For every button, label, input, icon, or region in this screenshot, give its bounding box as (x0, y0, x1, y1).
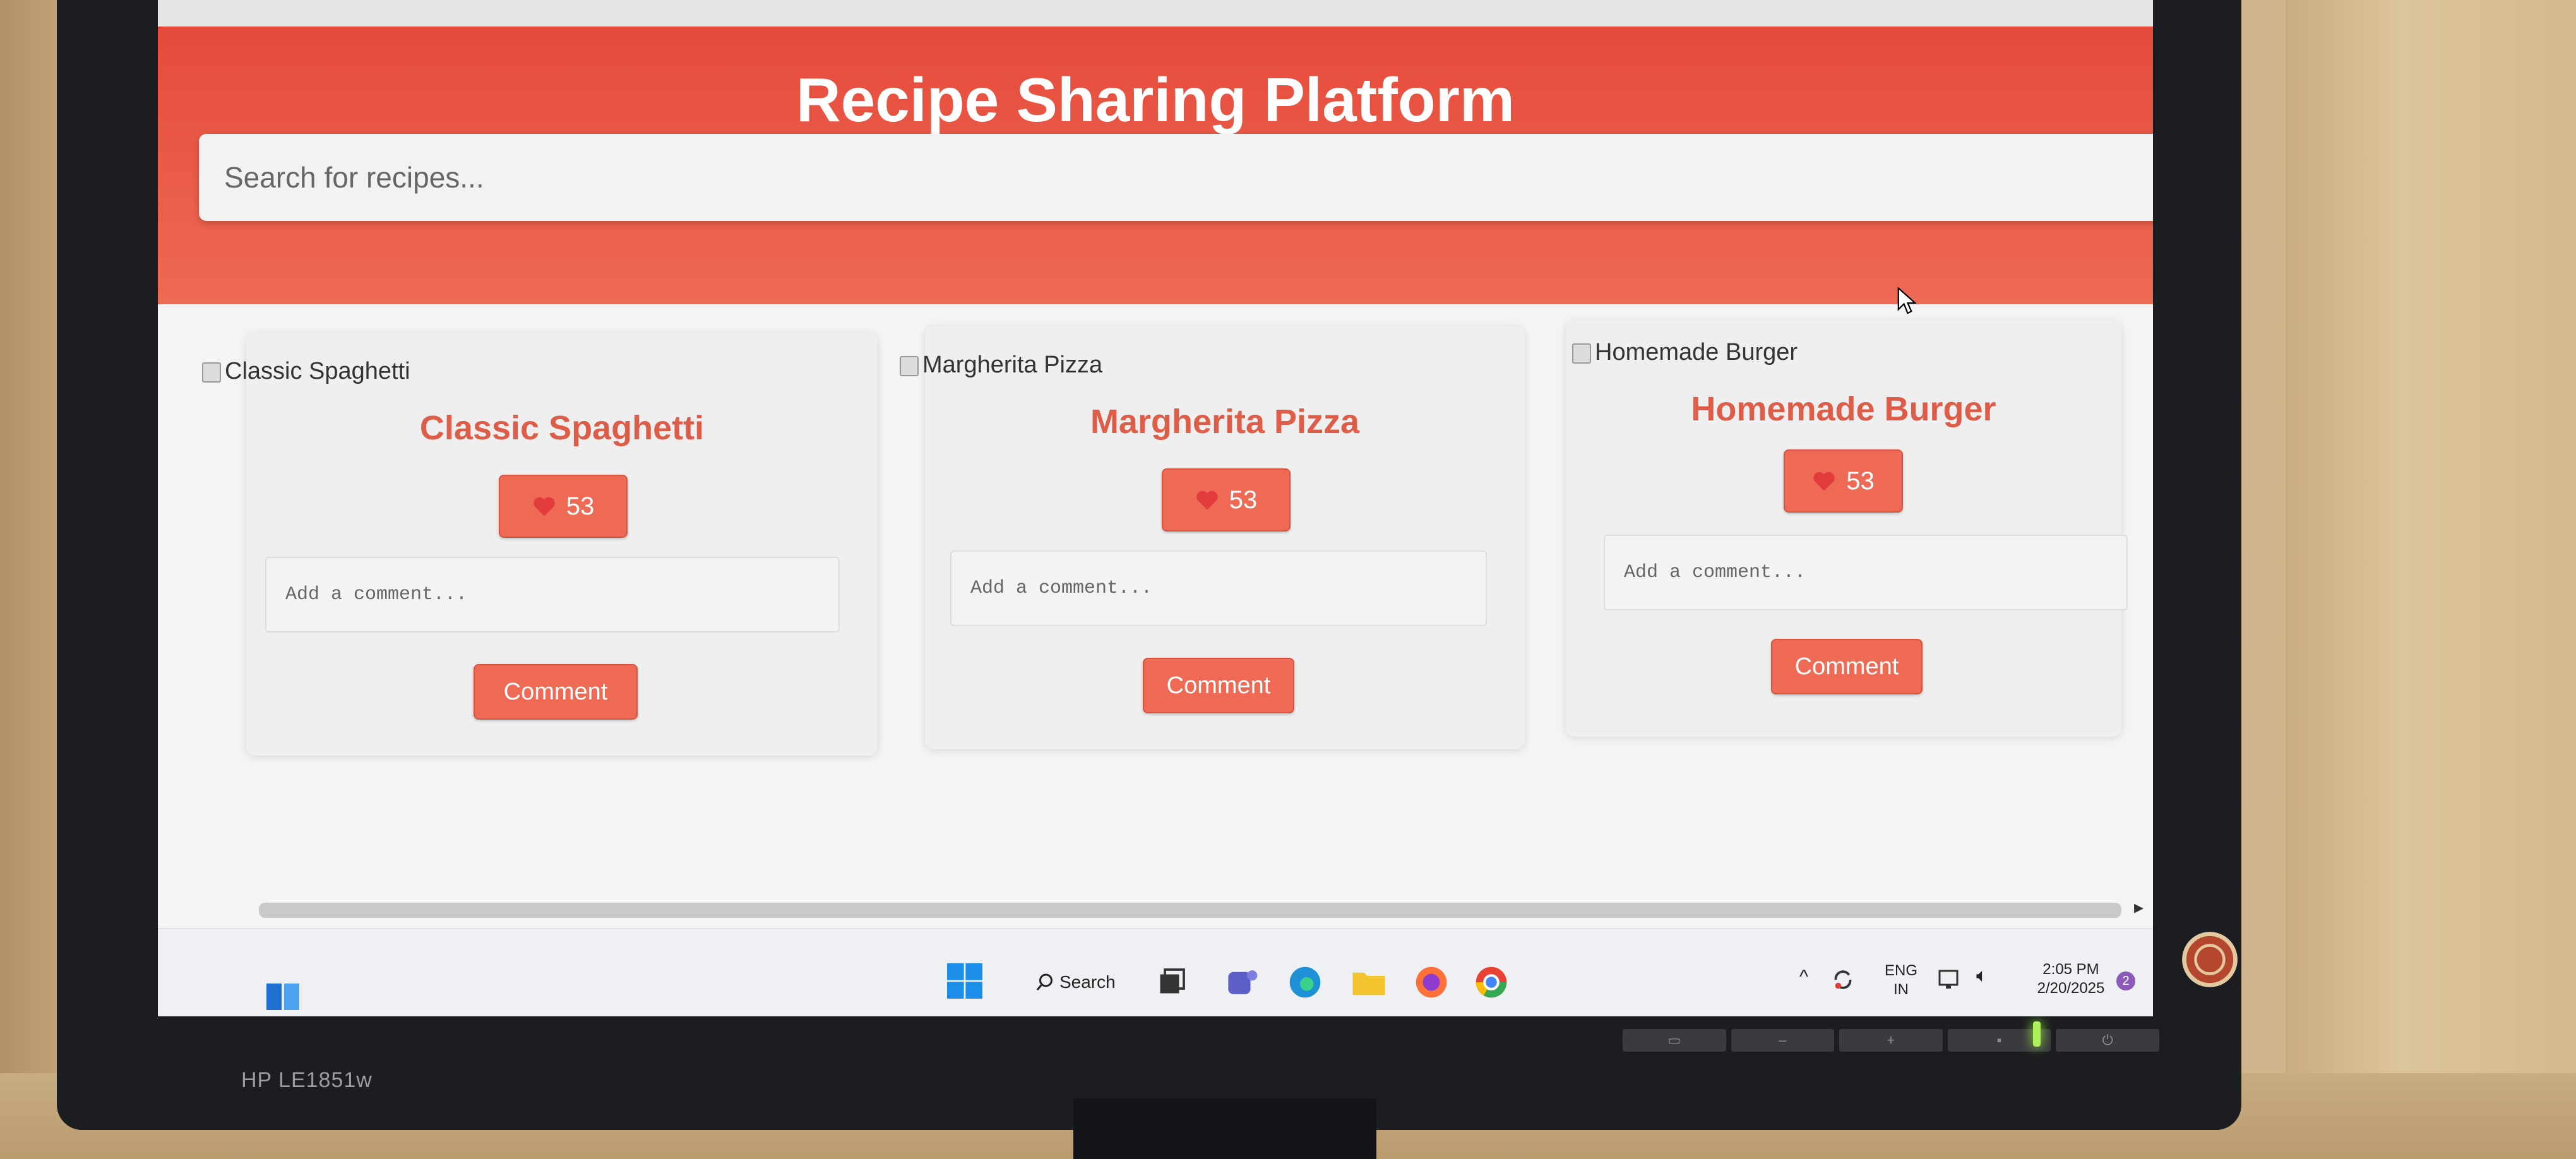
teams-icon[interactable] (1225, 965, 1259, 999)
recipe-image-alt: Margherita Pizza (922, 352, 1103, 378)
screen: Recipe Sharing Platform Classic Spaghett… (158, 0, 2153, 1016)
broken-image-icon (900, 355, 919, 376)
recipe-image-broken: Classic Spaghetti (202, 358, 410, 385)
edge-browser-icon[interactable] (1288, 965, 1322, 999)
page-title: Recipe Sharing Platform (796, 65, 1515, 134)
network-icon[interactable] (1938, 970, 1964, 991)
clock[interactable]: 2:05 PM 2/20/2025 (2024, 960, 2118, 998)
heart-icon (1813, 472, 1835, 491)
language-region: IN (1893, 981, 1909, 998)
comment-input[interactable] (1604, 535, 2128, 610)
task-view-icon[interactable] (1155, 966, 1187, 998)
heart-icon (1196, 490, 1218, 510)
recipe-image-broken: Margherita Pizza (900, 352, 1102, 379)
monitor-buttons: ▭ – + ▪ ⏻ (1623, 1029, 2159, 1052)
file-explorer-icon[interactable] (1351, 966, 1386, 998)
windows-start-icon[interactable] (947, 963, 982, 999)
monitor-plus-button[interactable]: + (1839, 1029, 1943, 1052)
recipe-card: Margherita Pizza Margherita Pizza 53 Com… (900, 326, 1525, 749)
search-icon (1036, 973, 1052, 990)
taskbar: Search ^ ENG IN 🔈︎ 2:05 PM 2/20/2025 2 (158, 928, 2153, 1016)
recipe-image-alt: Classic Spaghetti (225, 358, 410, 384)
browser-toolbar (158, 0, 2153, 27)
comment-button[interactable]: Comment (1771, 639, 1923, 694)
power-led (2033, 1021, 2041, 1047)
like-count: 53 (1229, 485, 1258, 514)
recipe-cards: Classic Spaghetti Classic Spaghetti 53 C… (158, 304, 2153, 936)
like-button[interactable]: 53 (1162, 468, 1291, 532)
widgets-icon[interactable] (265, 982, 301, 1011)
recipe-title: Margherita Pizza (1090, 403, 1360, 441)
monitor-brand: HP LE1851w (241, 1068, 373, 1092)
notification-badge[interactable]: 2 (2116, 972, 2135, 990)
recipe-title: Classic Spaghetti (419, 409, 705, 447)
tray-chevron-up-icon[interactable]: ^ (1799, 966, 1808, 988)
taskbar-search[interactable]: Search (1035, 966, 1116, 998)
clock-time: 2:05 PM (2042, 961, 2099, 978)
volume-muted-icon[interactable]: 🔈︎ (1976, 965, 1988, 987)
recipe-image-broken: Homemade Burger (1572, 339, 1798, 366)
broken-image-icon (1572, 343, 1591, 364)
background-wall-right (2286, 0, 2576, 1073)
monitor-stand (1073, 1098, 1376, 1159)
chrome-icon[interactable] (1474, 965, 1508, 999)
sync-icon[interactable] (1831, 968, 1855, 992)
comment-button[interactable]: Comment (474, 664, 638, 720)
like-button[interactable]: 53 (1784, 449, 1903, 513)
recipe-card: Homemade Burger Homemade Burger 53 Comme… (1566, 320, 2128, 737)
comment-input[interactable] (265, 557, 840, 633)
taskbar-search-label: Search (1059, 972, 1116, 992)
like-button[interactable]: 53 (499, 475, 628, 538)
mouse-cursor (1897, 287, 1916, 314)
broken-image-icon (202, 362, 221, 383)
firefox-icon[interactable] (1414, 965, 1448, 999)
comment-input[interactable] (950, 550, 1487, 626)
heart-icon (534, 497, 555, 516)
language-indicator[interactable]: ENG IN (1885, 961, 1917, 999)
like-count: 53 (1846, 467, 1875, 495)
recipe-card: Classic Spaghetti Classic Spaghetti 53 C… (202, 333, 878, 756)
page-header: Recipe Sharing Platform (158, 27, 2153, 304)
bezel-logo (2182, 932, 2238, 987)
recipe-image-alt: Homemade Burger (1595, 339, 1798, 366)
scroll-right-arrow[interactable]: ▸ (2134, 896, 2144, 918)
clock-date: 2/20/2025 (2037, 980, 2105, 997)
monitor-input-button[interactable]: ▭ (1623, 1029, 1726, 1052)
like-count: 53 (566, 492, 595, 520)
monitor-power-button[interactable]: ⏻ (2056, 1029, 2159, 1052)
monitor-minus-button[interactable]: – (1731, 1029, 1835, 1052)
language-code: ENG (1885, 962, 1918, 979)
comment-button[interactable]: Comment (1143, 658, 1294, 713)
recipe-title: Homemade Burger (1691, 390, 1996, 428)
horizontal-scrollbar[interactable] (259, 903, 2121, 918)
search-input[interactable] (199, 134, 2153, 221)
